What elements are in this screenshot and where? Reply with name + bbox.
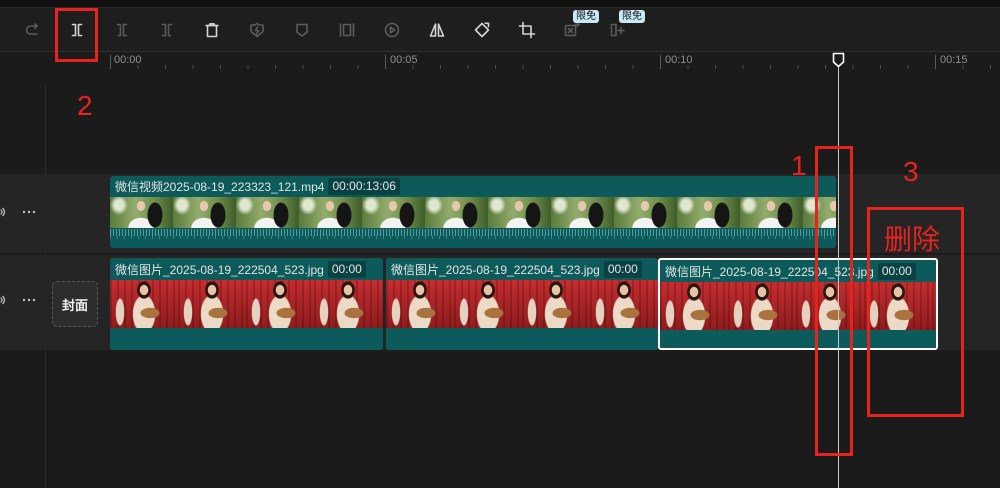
image-clip[interactable]: 微信图片_2025-08-19_222504_523.jpg 00:00 xyxy=(110,258,383,350)
split-keep-left-icon[interactable] xyxy=(113,21,131,39)
ai-expand-icon[interactable] xyxy=(608,21,626,39)
more-icon[interactable] xyxy=(22,210,36,214)
mirror-icon[interactable] xyxy=(428,21,446,39)
speaker-icon[interactable] xyxy=(0,293,6,307)
annotation-box-split-tool xyxy=(55,8,98,62)
ruler-minor-ticks xyxy=(110,65,1000,69)
free-trial-badge: 限免 xyxy=(619,10,645,23)
annotation-step-3: 3 xyxy=(903,156,919,187)
ruler-label: 00:00 xyxy=(114,54,142,66)
clip-duration: 00:00:13:06 xyxy=(328,178,400,195)
annotation-delete-label: 删除 xyxy=(884,224,941,255)
freeze-frame-icon[interactable] xyxy=(248,21,266,39)
clip-header: 微信图片_2025-08-19_222504_523.jpg 00:00 xyxy=(110,258,383,280)
delete-icon[interactable] xyxy=(203,21,221,39)
time-ruler[interactable]: 00:00 00:05 00:10 00:15 xyxy=(0,52,1000,70)
audio-waveform xyxy=(110,228,836,248)
annotation-step-2: 2 xyxy=(77,90,93,121)
redo-icon[interactable] xyxy=(23,21,41,39)
crop-icon[interactable] xyxy=(518,21,536,39)
reverse-play-icon[interactable] xyxy=(383,21,401,39)
image-thumbnail-strip xyxy=(386,280,658,328)
window-top-strip xyxy=(0,0,1000,8)
ruler-major-tick xyxy=(935,55,936,69)
clip-duration: 00:00 xyxy=(327,260,366,278)
annotation-step-1: 1 xyxy=(791,150,807,181)
cover-button[interactable]: 封面 xyxy=(52,281,98,327)
clip-duration: 00:00 xyxy=(603,260,642,278)
frame-fit-icon[interactable] xyxy=(338,21,356,39)
rotate-icon[interactable] xyxy=(473,21,491,39)
split-keep-right-icon[interactable] xyxy=(158,21,176,39)
ruler-label: 00:05 xyxy=(390,54,418,66)
clip-footer xyxy=(110,328,383,350)
annotation-box-playhead xyxy=(815,146,853,456)
playhead-handle-icon[interactable] xyxy=(832,52,845,68)
video-thumbnail-strip xyxy=(110,197,836,228)
marker-icon[interactable] xyxy=(293,21,311,39)
speaker-icon[interactable] xyxy=(0,205,6,219)
ruler-label: 00:10 xyxy=(665,54,693,66)
ruler-major-tick xyxy=(110,55,111,69)
image-clip[interactable]: 微信图片_2025-08-19_222504_523.jpg 00:00 xyxy=(386,258,658,350)
ruler-major-tick xyxy=(385,55,386,69)
ai-remove-icon[interactable] xyxy=(563,21,581,39)
clip-footer xyxy=(386,328,658,350)
clip-header: 微信视频2025-08-19_223323_121.mp4 00:00:13:0… xyxy=(110,176,836,197)
clip-header: 微信图片_2025-08-19_222504_523.jpg 00:00 xyxy=(386,258,658,280)
clip-filename: 微信图片_2025-08-19_222504_523.jpg xyxy=(391,262,600,277)
ruler-label: 00:15 xyxy=(940,54,968,66)
video-clip[interactable]: 微信视频2025-08-19_223323_121.mp4 00:00:13:0… xyxy=(110,176,836,248)
image-thumbnail-strip xyxy=(110,280,383,328)
ruler-major-tick xyxy=(660,55,661,69)
clip-filename: 微信视频2025-08-19_223323_121.mp4 xyxy=(115,180,325,194)
timeline-toolbar: 限免 限免 xyxy=(0,8,1000,52)
clip-filename: 微信图片_2025-08-19_222504_523.jpg xyxy=(115,262,324,277)
free-trial-badge: 限免 xyxy=(573,10,599,23)
more-icon[interactable] xyxy=(22,298,36,302)
